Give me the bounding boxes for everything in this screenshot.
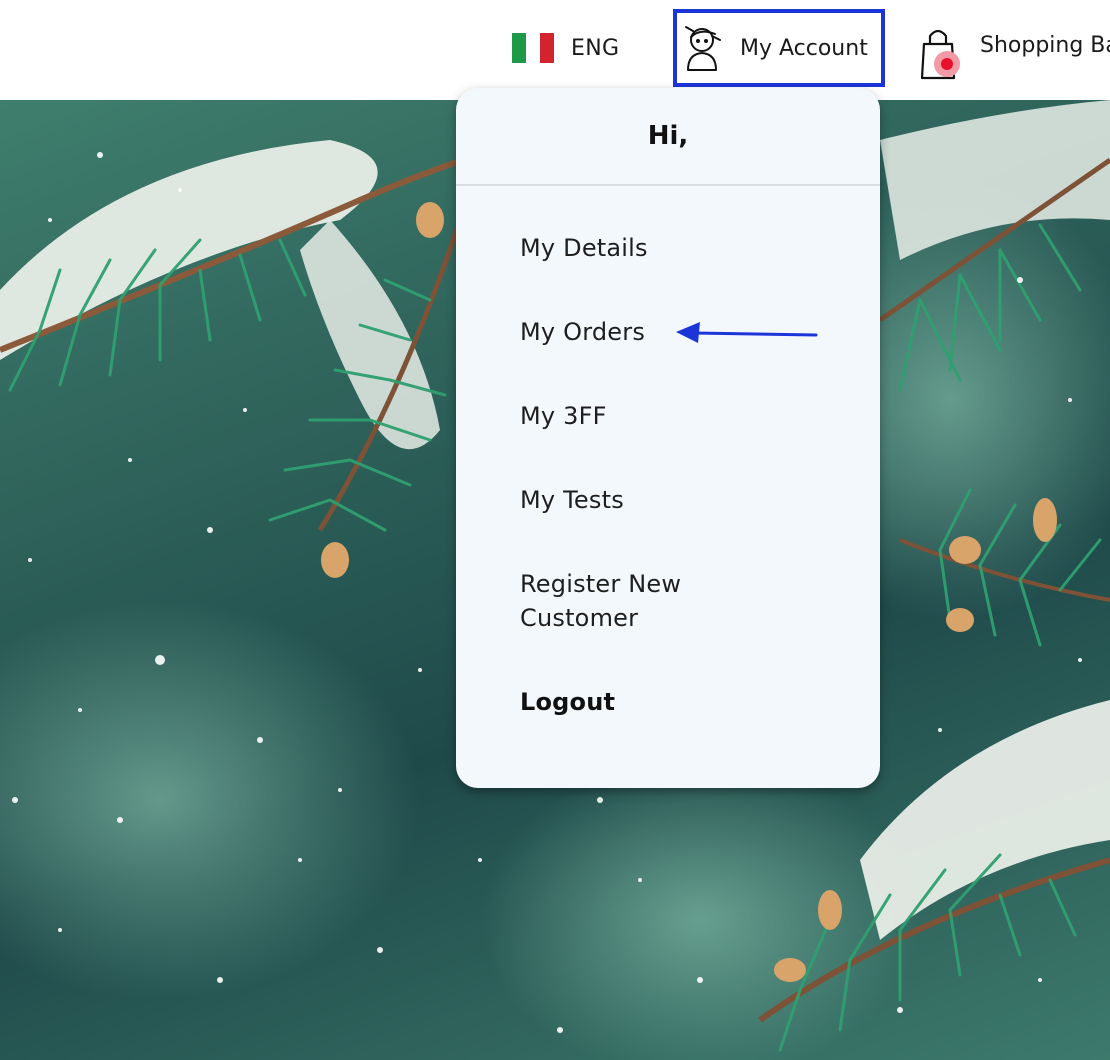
annotation-arrow-icon bbox=[676, 322, 818, 343]
menu-item-my-tests[interactable]: My Tests bbox=[520, 483, 624, 517]
greeting-header: Hi, bbox=[456, 88, 880, 186]
shopping-bag-icon[interactable] bbox=[916, 24, 972, 84]
user-avatar-icon bbox=[685, 26, 721, 71]
menu-item-my-orders[interactable]: My Orders bbox=[520, 315, 645, 349]
language-selector[interactable]: ENG bbox=[512, 30, 619, 66]
menu-item-my-details[interactable]: My Details bbox=[520, 231, 648, 265]
greeting-text: Hi, bbox=[647, 121, 689, 151]
cart-badge bbox=[941, 58, 953, 70]
menu-item-my-3ff[interactable]: My 3FF bbox=[520, 399, 607, 433]
italian-flag-icon bbox=[512, 33, 554, 63]
menu-item-logout[interactable]: Logout bbox=[520, 685, 615, 719]
account-dropdown-menu: Hi, My Details My Orders My 3FF My Tests… bbox=[456, 88, 880, 788]
shopping-bag-label[interactable]: Shopping Ba bbox=[980, 33, 1110, 58]
my-account-button[interactable]: My Account bbox=[673, 9, 885, 87]
top-navigation-bar: ENG My Account Shopping Ba bbox=[0, 0, 1110, 100]
menu-item-register-new-customer[interactable]: Register New Customer bbox=[520, 567, 760, 635]
my-account-label: My Account bbox=[740, 35, 868, 61]
language-label: ENG bbox=[571, 35, 620, 61]
